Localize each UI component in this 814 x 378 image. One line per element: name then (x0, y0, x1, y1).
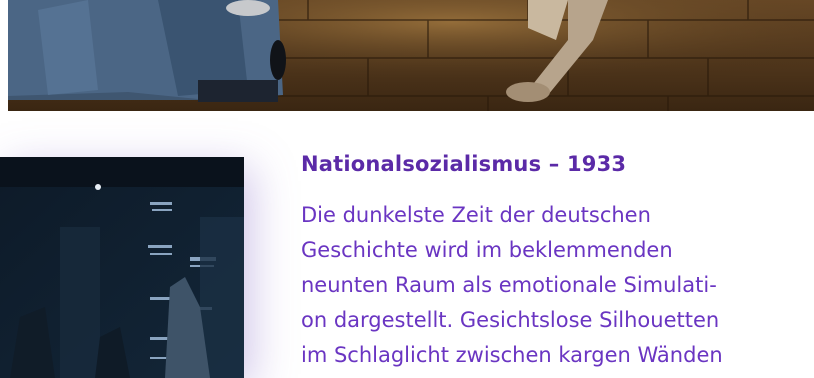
stone-wall-scene (8, 0, 814, 111)
page: Nationalsozialismus – 1933 Die dunkelste… (0, 0, 814, 378)
side-exhibition-photo (0, 157, 244, 378)
section-text-block: Nationalsozialismus – 1933 Die dunkelste… (301, 150, 801, 373)
section-heading: Nationalsozialismus – 1933 (301, 152, 627, 176)
section-body-text: Die dunkelste Zeit der deutschen Geschic… (301, 203, 723, 367)
top-exhibition-photo (8, 0, 814, 111)
dark-room-scene (0, 157, 244, 378)
